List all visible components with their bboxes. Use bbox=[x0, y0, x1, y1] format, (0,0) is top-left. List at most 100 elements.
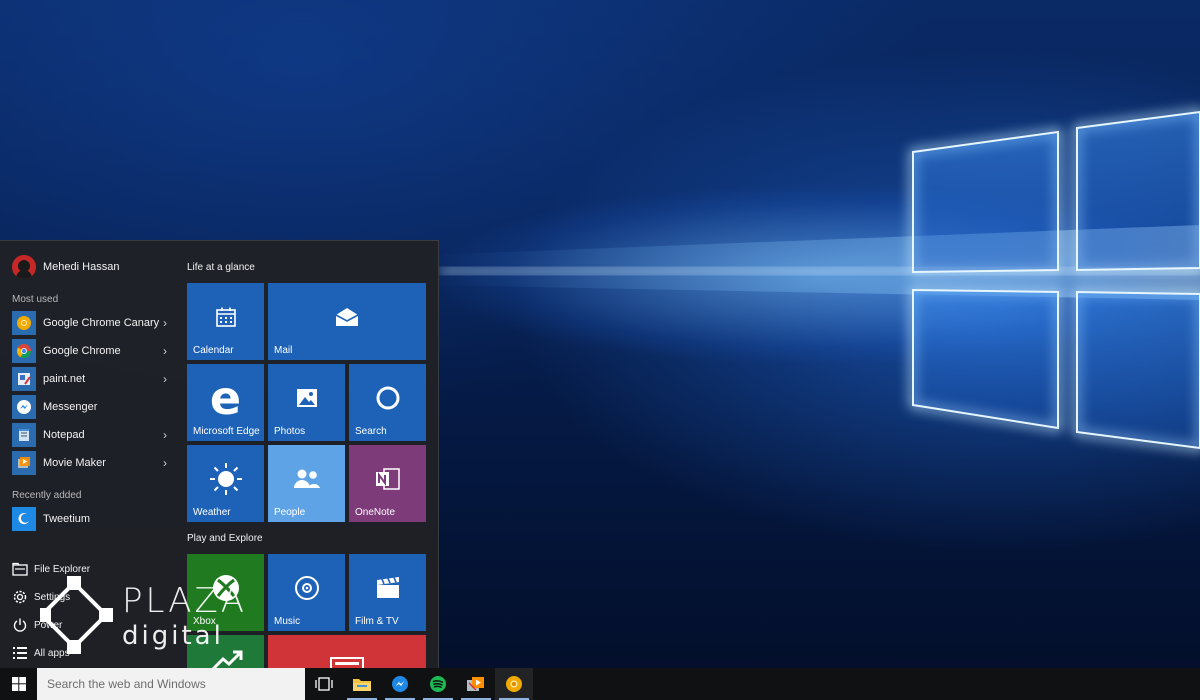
user-account[interactable]: Mehedi Hassan bbox=[12, 255, 119, 279]
app-item-label: paint.net bbox=[43, 373, 86, 385]
chevron-right-icon[interactable]: › bbox=[160, 456, 170, 470]
messenger-icon bbox=[12, 395, 36, 419]
tile-label: Film & TV bbox=[355, 616, 399, 627]
notepad-icon bbox=[12, 423, 36, 447]
app-item-tweetium[interactable]: Tweetium bbox=[12, 507, 170, 531]
app-item-label: Messenger bbox=[43, 401, 98, 413]
file-explorer-icon bbox=[353, 679, 371, 691]
tile-label: Microsoft Edge bbox=[193, 426, 260, 437]
tile-label: Search bbox=[355, 426, 387, 437]
movie-maker-icon bbox=[12, 451, 36, 475]
windows-logo-icon bbox=[11, 677, 26, 691]
task-view-icon bbox=[315, 677, 333, 691]
taskbar-chrome-canary[interactable] bbox=[495, 668, 533, 700]
power-label: Power bbox=[34, 619, 63, 631]
chevron-right-icon[interactable]: › bbox=[160, 316, 170, 330]
tile-label: Photos bbox=[274, 426, 306, 437]
calendar-icon bbox=[215, 307, 236, 327]
chevron-right-icon[interactable]: › bbox=[160, 344, 170, 358]
taskbar-messenger[interactable] bbox=[381, 668, 419, 700]
tile-news[interactable] bbox=[268, 635, 426, 668]
app-item-paintnet[interactable]: paint.net › bbox=[12, 367, 170, 391]
onenote-icon bbox=[375, 468, 400, 490]
file-explorer-label: File Explorer bbox=[34, 563, 91, 575]
tile-label: Calendar bbox=[193, 345, 234, 356]
tile-label: People bbox=[274, 507, 306, 518]
start-menu: Mehedi Hassan Most used Google Chrome Ca… bbox=[0, 240, 439, 668]
start-button[interactable] bbox=[0, 668, 37, 700]
all-apps-button[interactable]: All apps bbox=[12, 643, 70, 663]
taskbar-movie-maker[interactable] bbox=[457, 668, 495, 700]
people-icon bbox=[293, 469, 320, 488]
tile-film-tv[interactable]: Film & TV bbox=[349, 554, 426, 631]
task-view-button[interactable] bbox=[305, 668, 343, 700]
tile-label: Xbox bbox=[193, 616, 216, 627]
file-explorer-button[interactable]: File Explorer bbox=[12, 559, 90, 579]
app-item-chrome-canary[interactable]: Google Chrome Canary › bbox=[12, 311, 170, 335]
news-icon bbox=[330, 657, 364, 668]
chevron-right-icon[interactable]: › bbox=[160, 372, 170, 386]
app-item-notepad[interactable]: Notepad › bbox=[12, 423, 170, 447]
tile-group-play-and-explore[interactable]: Play and Explore bbox=[187, 533, 263, 544]
edge-icon: e bbox=[209, 370, 242, 425]
tile-money[interactable] bbox=[187, 635, 264, 668]
start-menu-app-list: Mehedi Hassan Most used Google Chrome Ca… bbox=[0, 241, 180, 668]
app-item-label: Google Chrome bbox=[43, 345, 121, 357]
messenger-icon bbox=[392, 676, 408, 692]
chart-up-icon bbox=[211, 650, 243, 668]
chrome-canary-icon bbox=[12, 311, 36, 335]
tile-calendar[interactable]: Calendar bbox=[187, 283, 264, 360]
tile-group-life-at-a-glance[interactable]: Life at a glance bbox=[187, 262, 255, 273]
xbox-icon bbox=[212, 574, 239, 601]
spotify-icon bbox=[430, 676, 446, 692]
recently-added-heading: Recently added bbox=[12, 490, 82, 501]
app-item-label: Movie Maker bbox=[43, 457, 106, 469]
tile-people[interactable]: People bbox=[268, 445, 345, 522]
app-item-chrome[interactable]: Google Chrome › bbox=[12, 339, 170, 363]
taskbar-spotify[interactable] bbox=[419, 668, 457, 700]
tile-label: Mail bbox=[274, 345, 293, 356]
mail-icon bbox=[335, 307, 359, 326]
tile-label: Weather bbox=[193, 507, 231, 518]
settings-button[interactable]: Settings bbox=[12, 587, 70, 607]
film-icon bbox=[376, 576, 399, 598]
tile-label: Music bbox=[274, 616, 301, 627]
tile-onenote[interactable]: OneNote bbox=[349, 445, 426, 522]
taskbar-search-box[interactable]: Search the web and Windows bbox=[37, 668, 305, 700]
tile-xbox[interactable]: Xbox bbox=[187, 554, 264, 631]
music-icon bbox=[294, 575, 319, 600]
power-icon bbox=[13, 618, 27, 632]
settings-label: Settings bbox=[34, 591, 71, 603]
most-used-heading: Most used bbox=[12, 294, 59, 305]
list-icon bbox=[13, 647, 27, 659]
movie-maker-icon bbox=[467, 677, 484, 691]
tile-mail[interactable]: Mail bbox=[268, 283, 426, 360]
app-item-label: Tweetium bbox=[43, 513, 91, 525]
user-name: Mehedi Hassan bbox=[43, 261, 120, 273]
paintnet-icon bbox=[12, 367, 36, 391]
search-placeholder: Search the web and Windows bbox=[47, 677, 206, 691]
photos-icon bbox=[296, 388, 317, 407]
tile-label: OneNote bbox=[355, 507, 396, 518]
app-item-movie-maker[interactable]: Movie Maker › bbox=[12, 451, 170, 475]
power-button[interactable]: Power bbox=[12, 615, 62, 635]
gear-icon bbox=[13, 590, 27, 604]
cortana-icon bbox=[376, 386, 399, 410]
tile-microsoft-edge[interactable]: e Microsoft Edge bbox=[187, 364, 264, 441]
taskbar: Search the web and Windows bbox=[0, 668, 1200, 700]
tile-music[interactable]: Music bbox=[268, 554, 345, 631]
chrome-icon bbox=[12, 339, 36, 363]
chrome-canary-icon bbox=[506, 676, 522, 692]
sun-icon bbox=[209, 462, 242, 495]
tile-weather[interactable]: Weather bbox=[187, 445, 264, 522]
app-item-label: Notepad bbox=[43, 429, 85, 441]
all-apps-label: All apps bbox=[34, 647, 70, 659]
user-avatar bbox=[12, 255, 36, 279]
taskbar-file-explorer[interactable] bbox=[343, 668, 381, 700]
tile-search[interactable]: Search bbox=[349, 364, 426, 441]
app-item-label: Google Chrome Canary bbox=[43, 317, 160, 329]
tile-photos[interactable]: Photos bbox=[268, 364, 345, 441]
folder-icon bbox=[12, 562, 28, 576]
chevron-right-icon[interactable]: › bbox=[160, 428, 170, 442]
app-item-messenger[interactable]: Messenger bbox=[12, 395, 170, 419]
